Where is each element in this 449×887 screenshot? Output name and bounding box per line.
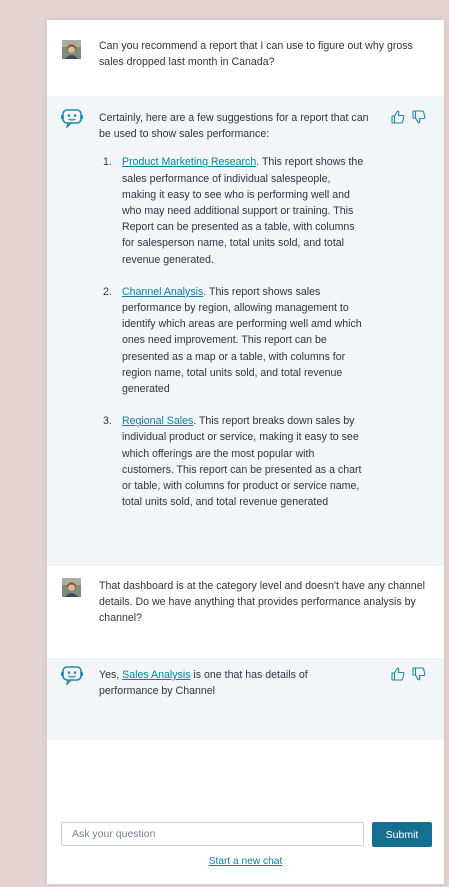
user-message-text: Can you recommend a report that I can us… <box>99 40 413 69</box>
list-item-text: . This report shows the sales performanc… <box>122 156 364 266</box>
thumbs-down-icon[interactable] <box>412 110 428 126</box>
assistant-message-text: Certainly, here are a few suggestions fo… <box>99 110 379 526</box>
user-message: That dashboard is at the category level … <box>47 566 444 658</box>
thumbs-up-icon[interactable] <box>391 667 407 683</box>
user-avatar <box>62 40 81 59</box>
feedback-buttons <box>386 110 430 126</box>
assistant-message: Certainly, here are a few suggestions fo… <box>47 96 444 566</box>
thumbs-up-icon[interactable] <box>391 110 407 126</box>
list-number: 3. <box>103 415 112 428</box>
report-link-channel-analysis[interactable]: Channel Analysis <box>122 286 203 298</box>
user-message-text: That dashboard is at the category level … <box>99 580 425 625</box>
chatbot-icon <box>61 666 83 685</box>
report-suggestion-list: 1. Product Marketing Research. This repor… <box>103 154 365 510</box>
list-number: 2. <box>103 285 112 298</box>
report-link-product-marketing-research[interactable]: Product Marketing Research <box>122 156 256 168</box>
user-avatar <box>62 578 81 597</box>
list-item-text: . This report breaks down sales by indiv… <box>122 415 362 509</box>
list-item-text: . This report shows sales performance by… <box>122 285 362 396</box>
user-message: Can you recommend a report that I can us… <box>47 20 444 92</box>
assistant-message-text: Yes, Sales Analysis is one that has deta… <box>99 667 359 699</box>
question-input[interactable] <box>61 822 364 846</box>
list-item: 2. Channel Analysis. This report shows sa… <box>103 284 365 397</box>
chatbot-icon <box>61 109 83 128</box>
report-link-regional-sales[interactable]: Regional Sales <box>122 415 193 427</box>
new-chat-container: Start a new chat <box>47 856 444 867</box>
assistant-intro: Certainly, here are a few suggestions fo… <box>99 112 369 141</box>
report-link-sales-analysis[interactable]: Sales Analysis <box>122 669 190 681</box>
list-number: 1. <box>103 156 112 169</box>
thumbs-down-icon[interactable] <box>412 667 428 683</box>
assistant-message: Yes, Sales Analysis is one that has deta… <box>47 658 444 740</box>
assistant-text-pre: Yes, <box>99 669 123 681</box>
chat-panel: Can you recommend a report that I can us… <box>47 20 444 884</box>
feedback-buttons <box>386 667 430 683</box>
submit-button[interactable]: Submit <box>372 822 432 847</box>
list-item: 3. Regional Sales. This report breaks dow… <box>103 413 365 510</box>
start-new-chat-link[interactable]: Start a new chat <box>209 856 283 867</box>
list-item: 1. Product Marketing Research. This repor… <box>103 154 365 267</box>
